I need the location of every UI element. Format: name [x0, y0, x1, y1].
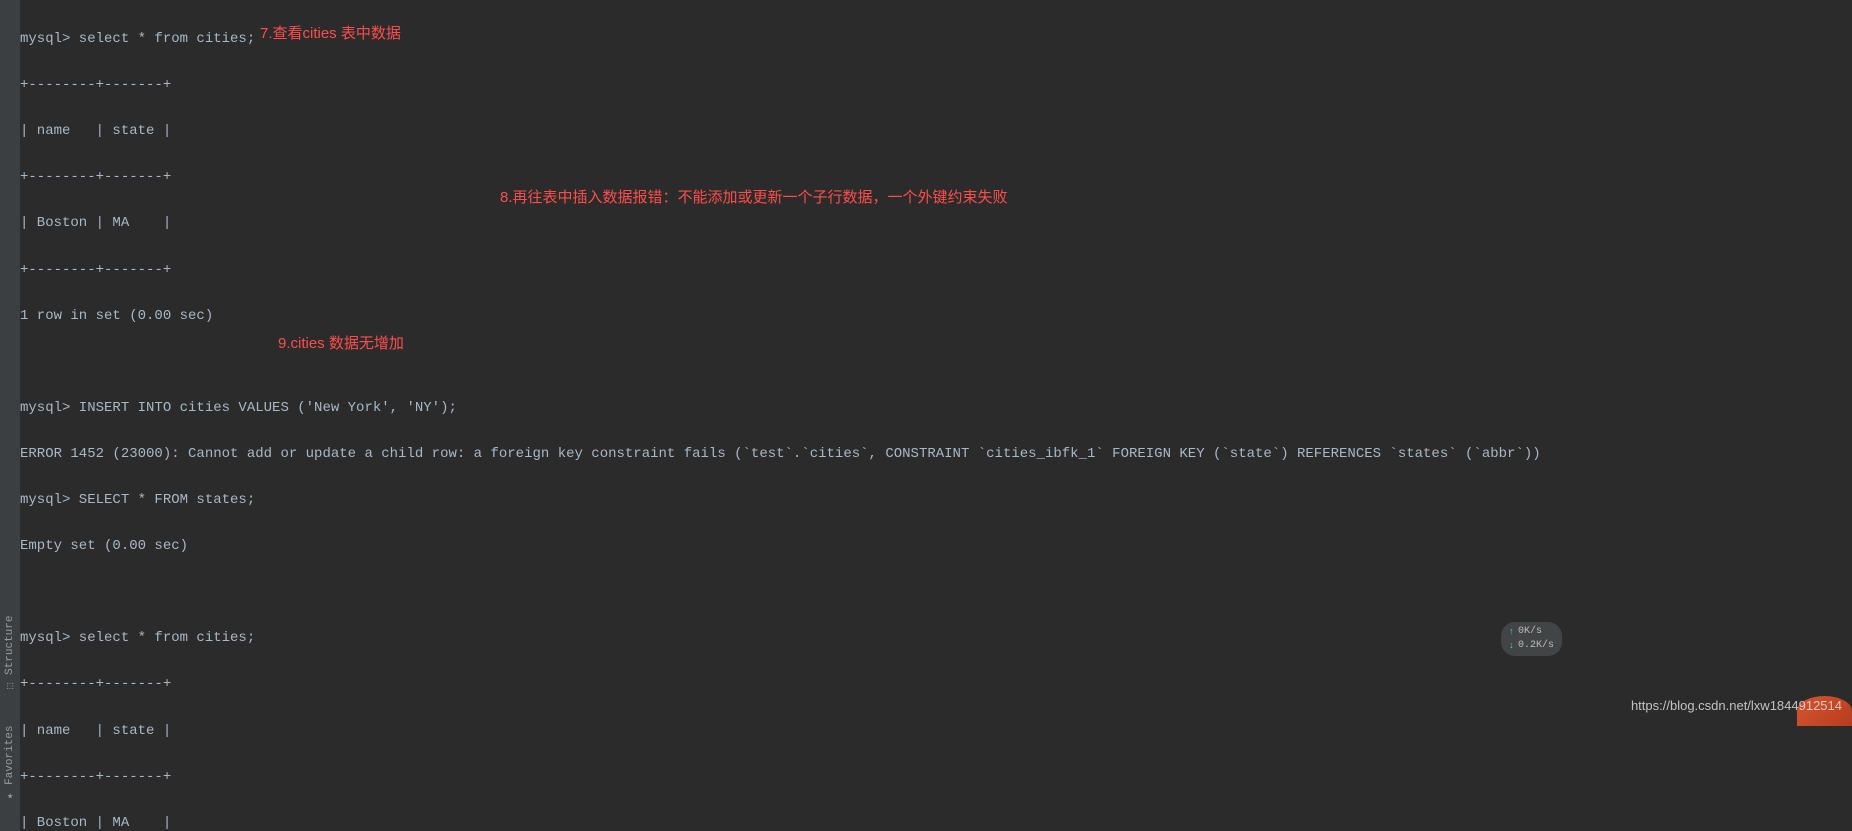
terminal-line: | Boston | MA | — [20, 212, 1852, 235]
terminal-line: +--------+-------+ — [20, 74, 1852, 97]
terminal-line: ERROR 1452 (23000): Cannot add or update… — [20, 443, 1852, 466]
annotation-9: 9.cities 数据无增加 — [278, 332, 404, 357]
network-speed-badge: ↑ 0K/s ↓ 0.2K/s — [1501, 622, 1562, 656]
structure-icon: ⬚ — [7, 680, 13, 697]
terminal-output[interactable]: mysql> select * from cities; +--------+-… — [20, 0, 1852, 831]
terminal-line: | name | state | — [20, 120, 1852, 143]
sidebar-favorites-label: Favorites — [1, 726, 19, 785]
download-speed: 0.2K/s — [1518, 639, 1554, 653]
annotation-7: 7.查看cities 表中数据 — [260, 22, 401, 47]
terminal-line: | name | state | — [20, 720, 1852, 743]
sidebar-favorites[interactable]: ★ Favorites — [1, 726, 19, 806]
terminal-line — [20, 581, 1852, 604]
terminal-line: mysql> SELECT * FROM states; — [20, 489, 1852, 512]
sidebar-structure-label: Structure — [1, 616, 19, 675]
watermark-url: https://blog.csdn.net/lxw1844912514 — [1631, 695, 1842, 716]
terminal-line: +--------+-------+ — [20, 673, 1852, 696]
star-icon: ★ — [7, 790, 13, 807]
sidebar-structure[interactable]: ⬚ Structure — [1, 616, 19, 696]
terminal-line: mysql> select * from cities; — [20, 627, 1852, 650]
terminal-line: +--------+-------+ — [20, 766, 1852, 789]
ide-sidebar: ⬚ Structure ★ Favorites — [0, 0, 20, 831]
terminal-line: | Boston | MA | — [20, 812, 1852, 831]
terminal-line: 1 row in set (0.00 sec) — [20, 305, 1852, 328]
annotation-8: 8.再往表中插入数据报错：不能添加或更新一个子行数据，一个外键约束失败 — [500, 186, 1008, 211]
terminal-line: +--------+-------+ — [20, 259, 1852, 282]
terminal-line: Empty set (0.00 sec) — [20, 535, 1852, 558]
download-arrow-icon: ↓ — [1509, 640, 1514, 653]
upload-speed: 0K/s — [1518, 625, 1542, 639]
terminal-line: mysql> INSERT INTO cities VALUES ('New Y… — [20, 397, 1852, 420]
upload-arrow-icon: ↑ — [1509, 626, 1514, 639]
